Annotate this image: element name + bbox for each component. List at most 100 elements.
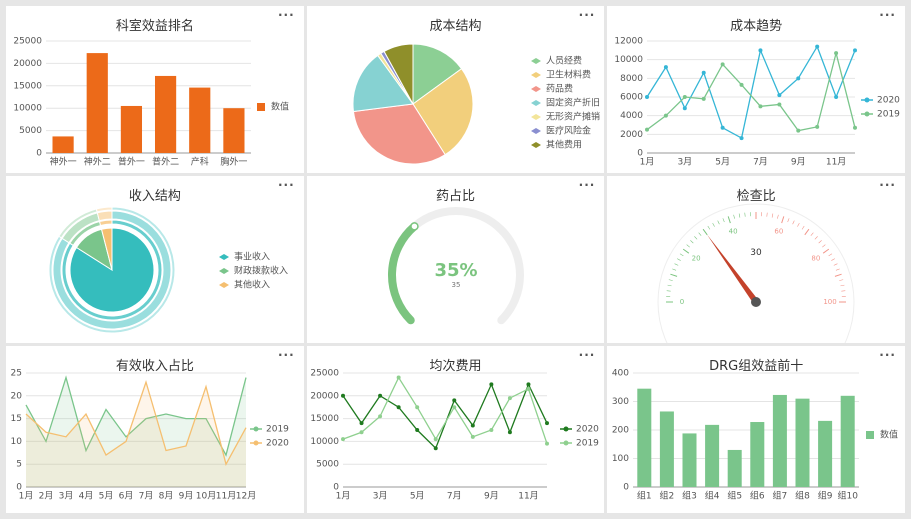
- dial-tick-label: 40: [729, 228, 738, 236]
- bar: [637, 388, 652, 487]
- legend-swatch: [530, 114, 541, 120]
- x-tick-label: 3月: [59, 491, 74, 502]
- data-point: [526, 382, 531, 387]
- x-tick-label: 11月: [518, 491, 538, 502]
- legend-marker: [253, 426, 259, 432]
- y-tick-label: 25000: [310, 369, 339, 379]
- bar-chart: 0 100 200 300 400 组1 组2 组3 组4 组5 组6 组7 组8 组9 组10 数值: [612, 369, 898, 502]
- card-drug-ratio: 药占比 ··· 35% 35: [306, 176, 605, 343]
- donut-chart: 事业收入财政拨款收入其他收入: [48, 206, 288, 334]
- data-point: [834, 51, 839, 56]
- data-point: [526, 386, 531, 391]
- data-point: [645, 127, 650, 132]
- bar: [841, 395, 856, 487]
- y-tick-label: 400: [612, 369, 629, 379]
- legend-label: 人员经费: [546, 55, 582, 67]
- data-point: [777, 93, 782, 98]
- y-tick-label: 5000: [316, 460, 339, 470]
- x-tick-label: 11月: [826, 157, 846, 168]
- x-tick-label: 1月: [640, 157, 655, 168]
- x-tick-label: 组8: [795, 490, 810, 502]
- legend-swatch: [866, 431, 875, 439]
- data-point: [815, 44, 820, 49]
- data-point: [340, 437, 345, 442]
- dial-tick-label: 60: [775, 228, 784, 236]
- data-point: [739, 82, 744, 87]
- data-point: [720, 62, 725, 67]
- legend-swatch: [219, 268, 229, 274]
- y-tick-label: 8000: [620, 74, 643, 84]
- data-point: [359, 430, 364, 435]
- x-tick-label: 5月: [409, 491, 424, 502]
- x-tick-label: 1月: [335, 491, 350, 502]
- dial-pivot: [751, 297, 762, 307]
- y-tick-label: 2000: [620, 130, 643, 140]
- dial-tick-label: 20: [692, 255, 701, 263]
- series-line: [342, 376, 548, 444]
- data-point: [664, 113, 669, 118]
- data-point: [739, 136, 744, 141]
- data-point: [664, 65, 669, 70]
- bar: [818, 420, 833, 487]
- bar: [120, 105, 143, 153]
- data-point: [720, 125, 725, 130]
- data-point: [702, 70, 707, 75]
- y-tick-label: 20: [11, 391, 23, 401]
- y-tick-label: 25000: [13, 37, 42, 47]
- card-effective-income-ratio: 有效收入占比 ··· 0 5 10 15 20 25 1月 2月 3月 4月 5月 6月 7月 8月 9月 1…: [6, 346, 304, 513]
- x-tick-label: 11月: [216, 491, 236, 502]
- x-tick-label: 组2: [660, 490, 675, 502]
- x-tick-label: 5月: [99, 491, 114, 502]
- bar: [682, 433, 697, 487]
- legend-label: 2020: [877, 96, 900, 106]
- x-tick-label: 9月: [791, 157, 806, 168]
- bar: [728, 449, 743, 487]
- data-point: [758, 48, 763, 53]
- legend-swatch: [257, 103, 265, 111]
- legend-label: 事业收入: [234, 251, 270, 263]
- bar: [223, 108, 245, 153]
- legend-swatch: [530, 100, 541, 106]
- series-line: [646, 45, 856, 140]
- y-tick-label: 4000: [620, 111, 643, 121]
- y-tick-label: 10000: [310, 437, 339, 447]
- x-tick-label: 组3: [682, 490, 697, 502]
- data-point: [815, 124, 820, 129]
- legend-label: 财政拨款收入: [234, 265, 288, 277]
- legend-label: 2019: [266, 425, 289, 435]
- x-tick-label: 8月: [159, 491, 174, 502]
- gauge-sublabel: 35: [451, 281, 460, 289]
- legend-swatch: [219, 254, 229, 260]
- data-point: [451, 398, 456, 403]
- data-point: [433, 437, 438, 442]
- legend-swatch: [530, 128, 541, 134]
- data-point: [702, 96, 707, 101]
- x-tick-label: 12月: [236, 491, 256, 502]
- y-tick-label: 10000: [615, 55, 644, 65]
- area-chart: 05101520251月 2月 3月 4月 5月 6月 7月 8月 9月 10月 11月 12月201…: [11, 369, 290, 502]
- data-point: [489, 382, 494, 387]
- y-tick-label: 20000: [310, 391, 339, 401]
- card-cost-structure: 成本结构 ··· 人员经费 卫生材料费 药品费 固定资产折旧 无形资产摊销 医疗风险金 其他…: [306, 6, 605, 173]
- y-tick-label: 15000: [13, 81, 42, 91]
- data-point: [451, 405, 456, 410]
- legend-label: 2020: [576, 425, 599, 435]
- y-tick-label: 100: [612, 454, 629, 464]
- data-point: [853, 48, 858, 53]
- y-tick-label: 6000: [620, 93, 643, 103]
- x-tick-label: 7月: [753, 157, 768, 168]
- x-tick-label: 产科: [191, 156, 209, 168]
- dial-value-label: 30: [751, 248, 763, 258]
- legend-marker: [563, 440, 569, 446]
- card-income-structure: 收入结构 ··· 事业收入 财政拨款收入 其他收入: [6, 176, 304, 343]
- data-point: [758, 104, 763, 109]
- legend-label: 2020: [266, 439, 289, 449]
- x-tick-label: 4月: [79, 491, 94, 502]
- card-drg-top10: DRG组效益前十 ··· 0 100 200 300 400 组1 组2 组3 组4 组5 组6 组7…: [607, 346, 905, 513]
- ring-gauge: 35%35: [387, 207, 524, 325]
- x-tick-label: 6月: [119, 491, 134, 502]
- legend-label: 2019: [877, 110, 900, 120]
- dial-tick-label: 100: [824, 298, 837, 306]
- gauge-handle: [409, 222, 419, 231]
- bar: [86, 53, 108, 153]
